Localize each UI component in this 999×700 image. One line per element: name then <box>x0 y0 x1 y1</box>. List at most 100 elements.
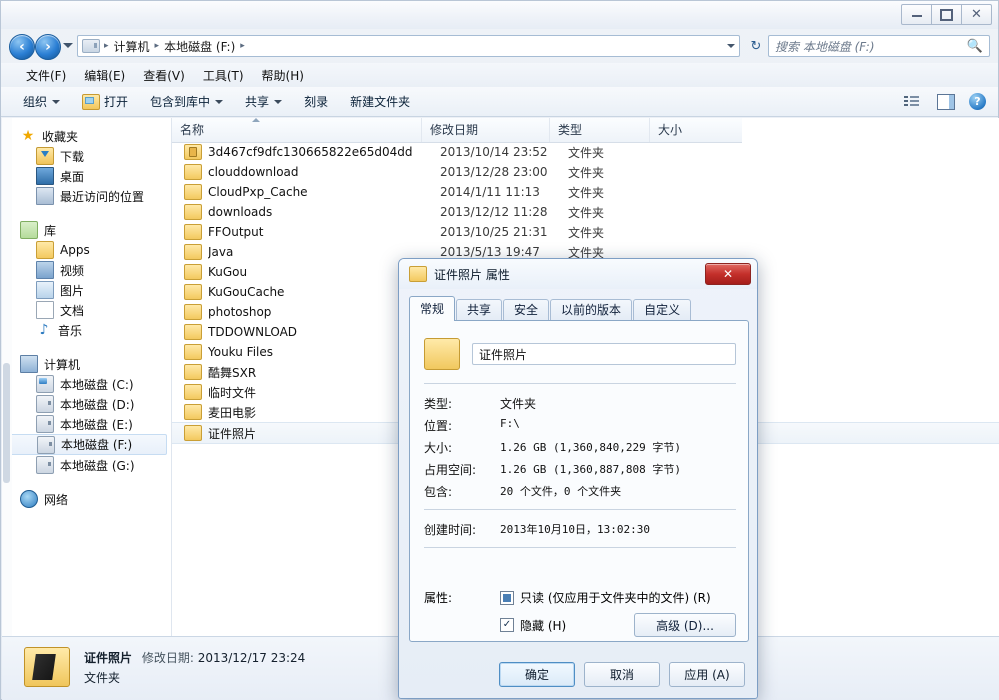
tab-general[interactable]: 常规 <box>409 296 455 321</box>
breadcrumb-item-1[interactable]: 本地磁盘 (F:) <box>161 38 238 55</box>
attribute-hidden-row: 隐藏 (H) 高级 (D)... <box>424 613 736 637</box>
sidebar-item-apps[interactable]: Apps <box>2 240 171 260</box>
folder-icon <box>184 264 202 280</box>
dialog-close-button[interactable]: ✕ <box>705 263 751 285</box>
menu-view[interactable]: 查看(V) <box>134 65 194 86</box>
new-folder-button[interactable]: 新建文件夹 <box>350 93 410 110</box>
file-type: 文件夹 <box>568 204 668 221</box>
library-icon <box>20 221 38 239</box>
cancel-button[interactable]: 取消 <box>584 662 660 687</box>
sidebar-item-drive-f[interactable]: 本地磁盘 (F:) <box>6 434 167 455</box>
sidebar-item-videos[interactable]: 视频 <box>2 260 171 280</box>
menu-tools[interactable]: 工具(T) <box>194 65 253 86</box>
table-row[interactable]: clouddownload 2013/12/28 23:00 文件夹 <box>172 162 999 182</box>
sidebar-item-drive-d[interactable]: 本地磁盘 (D:) <box>2 394 171 414</box>
property-value: 2013年10月10日，13:02:30 <box>500 521 650 538</box>
column-header-date[interactable]: 修改日期 <box>422 118 550 142</box>
view-list-icon[interactable] <box>904 95 919 108</box>
music-icon: ♪ <box>36 322 52 338</box>
sidebar-item-desktop[interactable]: 桌面 <box>2 166 171 186</box>
sidebar-item-music[interactable]: ♪ 音乐 <box>2 320 171 340</box>
file-date: 2013/10/14 23:52 <box>440 145 568 159</box>
share-button[interactable]: 共享 <box>245 93 282 110</box>
help-icon[interactable]: ? <box>969 93 986 110</box>
sidebar-item-label: 桌面 <box>60 168 84 185</box>
history-dropdown-icon[interactable] <box>63 43 73 48</box>
menu-edit[interactable]: 编辑(E) <box>75 65 134 86</box>
sidebar-group-computer[interactable]: 计算机 <box>2 354 171 374</box>
file-type: 文件夹 <box>568 144 668 161</box>
column-header-size[interactable]: 大小 <box>650 118 742 142</box>
include-in-library-button[interactable]: 包含到库中 <box>150 93 223 110</box>
address-bar: ‹ › ▸ 计算机 ▸ 本地磁盘 (F:) ▸ ↻ 搜索 本地磁盘 (F:) 🔍 <box>1 29 998 63</box>
menu-file[interactable]: 文件(F) <box>17 65 75 86</box>
sidebar-group-libraries[interactable]: 库 <box>2 220 171 240</box>
sidebar-group-label: 库 <box>44 222 56 239</box>
breadcrumb[interactable]: ▸ 计算机 ▸ 本地磁盘 (F:) ▸ <box>77 35 740 57</box>
tab-sharing[interactable]: 共享 <box>456 299 502 321</box>
sidebar-item-drive-g[interactable]: 本地磁盘 (G:) <box>2 455 171 475</box>
sidebar-item-downloads[interactable]: 下载 <box>2 146 171 166</box>
drive-icon <box>36 395 54 413</box>
desktop-icon <box>36 167 54 185</box>
table-row[interactable]: 3d467cf9dfc130665822e65d04dd 2013/10/14 … <box>172 142 999 162</box>
breadcrumb-item-0[interactable]: 计算机 <box>111 38 153 55</box>
chevron-down-icon[interactable] <box>727 44 735 48</box>
search-input[interactable]: 搜索 本地磁盘 (F:) 🔍 <box>768 35 990 57</box>
preview-pane-icon[interactable] <box>937 94 955 110</box>
document-icon <box>36 301 54 319</box>
navigation-scrollbar[interactable] <box>2 118 12 636</box>
tab-security[interactable]: 安全 <box>503 299 549 321</box>
navigation-pane: ★ 收藏夹 下载 桌面 最近访问的位置 <box>2 118 172 636</box>
hidden-checkbox[interactable] <box>500 618 514 632</box>
open-button[interactable]: 打开 <box>82 93 128 110</box>
dialog-general-panel: 证件照片 类型: 文件夹 位置: F:\ 大小: 1.26 GB (1,360,… <box>409 320 749 642</box>
table-row[interactable]: CloudPxp_Cache 2014/1/11 11:13 文件夹 <box>172 182 999 202</box>
file-type: 文件夹 <box>568 164 668 181</box>
navigation-scrollbar-thumb[interactable] <box>3 363 10 483</box>
tab-customize[interactable]: 自定义 <box>633 299 691 321</box>
computer-icon <box>20 355 38 373</box>
property-key: 位置: <box>424 417 500 434</box>
file-date: 2014/1/11 11:13 <box>440 185 568 199</box>
burn-button[interactable]: 刻录 <box>304 93 328 110</box>
attributes-label: 属性: <box>424 589 500 606</box>
maximize-button[interactable] <box>931 4 962 25</box>
minimize-button[interactable] <box>901 4 932 25</box>
include-in-library-label: 包含到库中 <box>150 93 210 110</box>
sidebar-item-label: 文档 <box>60 302 84 319</box>
ok-button[interactable]: 确定 <box>499 662 575 687</box>
advanced-button[interactable]: 高级 (D)... <box>634 613 736 637</box>
property-value: F:\ <box>500 417 520 434</box>
apply-button[interactable]: 应用 (A) <box>669 662 745 687</box>
readonly-checkbox[interactable] <box>500 591 514 605</box>
tab-previous-versions[interactable]: 以前的版本 <box>550 299 632 321</box>
folder-icon <box>36 241 54 259</box>
folder-icon <box>184 284 202 300</box>
table-row[interactable]: FFOutput 2013/10/25 21:31 文件夹 <box>172 222 999 242</box>
sidebar-group-favorites[interactable]: ★ 收藏夹 <box>2 126 171 146</box>
menu-help[interactable]: 帮助(H) <box>253 65 313 86</box>
folder-icon <box>184 224 202 240</box>
network-icon <box>20 490 38 508</box>
sidebar-item-drive-e[interactable]: 本地磁盘 (E:) <box>2 414 171 434</box>
dialog-titlebar: 证件照片 属性 <box>399 259 757 289</box>
open-label: 打开 <box>104 93 128 110</box>
refresh-button[interactable]: ↻ <box>746 36 766 56</box>
sidebar-item-documents[interactable]: 文档 <box>2 300 171 320</box>
close-button[interactable]: ✕ <box>961 4 992 25</box>
table-row[interactable]: downloads 2013/12/12 11:28 文件夹 <box>172 202 999 222</box>
organize-button[interactable]: 组织 <box>23 93 60 110</box>
details-type: 文件夹 <box>84 669 120 686</box>
folder-name-input[interactable]: 证件照片 <box>472 343 736 365</box>
sidebar-item-pictures[interactable]: 图片 <box>2 280 171 300</box>
details-name: 证件照片 <box>84 651 132 665</box>
column-header-type[interactable]: 类型 <box>550 118 650 142</box>
sidebar-group-network[interactable]: 网络 <box>2 489 171 509</box>
property-key: 占用空间: <box>424 461 500 478</box>
column-header-name[interactable]: 名称 <box>172 118 422 142</box>
sidebar-item-drive-c[interactable]: 本地磁盘 (C:) <box>2 374 171 394</box>
sidebar-item-recent-places[interactable]: 最近访问的位置 <box>2 186 171 206</box>
back-button[interactable]: ‹ <box>9 34 35 60</box>
forward-button[interactable]: › <box>35 34 61 60</box>
